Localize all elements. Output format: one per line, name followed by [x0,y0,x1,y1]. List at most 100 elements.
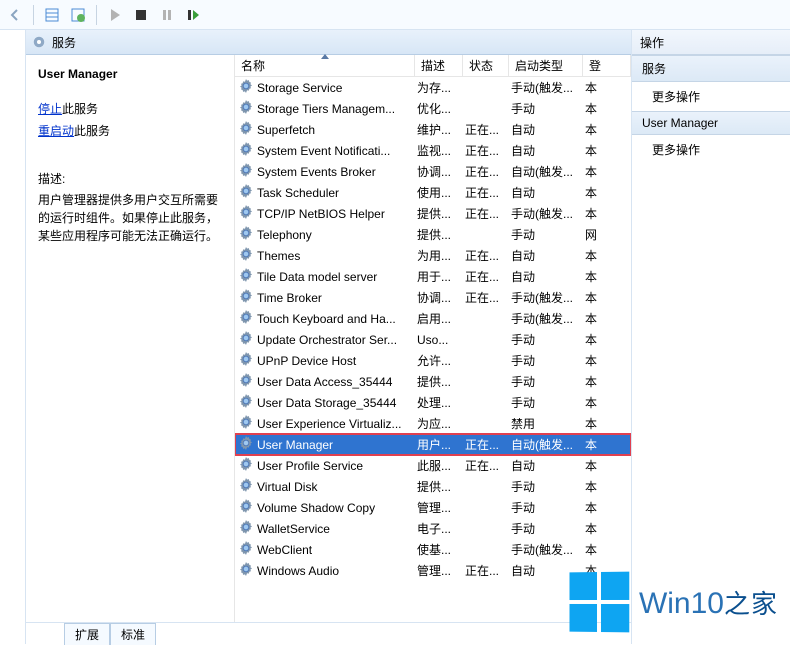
service-name: WebClient [257,543,417,557]
service-logon: 本 [585,79,631,96]
actions-item-more-1[interactable]: 更多操作 [632,82,790,111]
sort-ascending-icon [321,54,329,59]
service-desc: 为存... [417,79,465,96]
toolbar-button-grid1[interactable] [41,4,63,26]
service-icon [239,79,257,96]
service-row[interactable]: Telephony提供...手动网 [235,224,631,245]
service-icon [239,226,257,243]
detail-selected-name: User Manager [38,67,222,81]
service-desc: 用于... [417,268,465,285]
service-status: 正在... [465,247,511,264]
service-status: 正在... [465,289,511,306]
restart-service-link[interactable]: 重启动 [38,124,74,138]
service-row[interactable]: TCP/IP NetBIOS Helper提供...正在...手动(触发...本 [235,203,631,224]
service-logon: 本 [585,121,631,138]
toolbar [0,0,790,30]
service-logon: 本 [585,289,631,306]
service-row[interactable]: System Event Notificati...监视...正在...自动本 [235,140,631,161]
service-name: Tile Data model server [257,270,417,284]
service-name: WalletService [257,522,417,536]
service-name: Virtual Disk [257,480,417,494]
service-name: Task Scheduler [257,186,417,200]
service-desc: 为应... [417,415,465,432]
service-startup: 手动(触发... [511,310,585,327]
service-icon [239,457,257,474]
service-desc: 协调... [417,163,465,180]
toolbar-button-pause[interactable] [156,4,178,26]
service-row[interactable]: Update Orchestrator Ser...Uso...手动本 [235,329,631,350]
service-row[interactable]: Storage Service为存...手动(触发...本 [235,77,631,98]
service-logon: 本 [585,310,631,327]
service-desc: 处理... [417,394,465,411]
service-startup: 手动 [511,100,585,117]
service-row[interactable]: User Data Access_35444提供...手动本 [235,371,631,392]
service-logon: 本 [585,415,631,432]
service-row[interactable]: Storage Tiers Managem...优化...手动本 [235,98,631,119]
service-row[interactable]: Themes为用...正在...自动本 [235,245,631,266]
column-header-desc[interactable]: 描述 [415,55,463,76]
service-row[interactable]: Time Broker协调...正在...手动(触发...本 [235,287,631,308]
service-row[interactable]: User Data Storage_35444处理... 手动本 [235,392,631,413]
tab-extended[interactable]: 扩展 [64,623,110,645]
service-startup: 禁用 [511,415,585,432]
pause-icon [159,7,175,23]
column-header-name[interactable]: 名称 [235,55,415,76]
service-name: Superfetch [257,123,417,137]
toolbar-button-grid2[interactable] [67,4,89,26]
service-icon [239,373,257,390]
service-name: User Manager [257,438,417,452]
service-row[interactable]: Touch Keyboard and Ha...启用...手动(触发...本 [235,308,631,329]
toolbar-button-play[interactable] [104,4,126,26]
service-row[interactable]: WebClient使基...手动(触发...本 [235,539,631,560]
service-logon: 本 [585,478,631,495]
toolbar-button-stop[interactable] [130,4,152,26]
service-row[interactable]: Volume Shadow Copy管理...手动本 [235,497,631,518]
service-logon: 本 [585,100,631,117]
service-status: 正在... [465,436,511,453]
actions-pane: 操作 服务 更多操作 User Manager 更多操作 [632,30,790,644]
service-row[interactable]: Tile Data model server用于...正在...自动本 [235,266,631,287]
center-body: User Manager 停止此服务 重启动此服务 描述: 用户管理器提供多用户… [26,55,631,622]
service-row[interactable]: Windows Audio管理...正在...自动本 [235,560,631,581]
service-logon: 本 [585,520,631,537]
service-startup: 手动(触发... [511,289,585,306]
service-row[interactable]: System Events Broker协调...正在...自动(触发...本 [235,161,631,182]
service-icon [239,268,257,285]
service-icon [239,205,257,222]
service-icon [239,562,257,579]
stop-service-link[interactable]: 停止 [38,102,62,116]
column-header-startup[interactable]: 启动类型 [509,55,583,76]
column-header-logon[interactable]: 登 [583,55,631,76]
service-desc: 提供... [417,478,465,495]
service-row[interactable]: Virtual Disk提供...手动本 [235,476,631,497]
service-name: Volume Shadow Copy [257,501,417,515]
service-status: 正在... [465,562,511,579]
toolbar-button-restart[interactable] [182,4,204,26]
service-row[interactable]: WalletService电子...手动本 [235,518,631,539]
tab-standard[interactable]: 标准 [110,623,156,645]
service-row[interactable]: User Profile Service此服...正在...自动本 [235,455,631,476]
detail-pane: User Manager 停止此服务 重启动此服务 描述: 用户管理器提供多用户… [26,55,234,622]
service-row[interactable]: Superfetch维护...正在...自动本 [235,119,631,140]
service-row[interactable]: User Manager用户...正在...自动(触发...本 [235,434,631,455]
service-row[interactable]: UPnP Device Host允许...手动本 [235,350,631,371]
stop-icon [133,7,149,23]
service-icon [239,394,257,411]
service-row[interactable]: Task Scheduler使用...正在...自动本 [235,182,631,203]
service-startup: 自动 [511,457,585,474]
service-logon: 本 [585,394,631,411]
play-icon [107,7,123,23]
toolbar-button-back[interactable] [4,4,26,26]
service-status: 正在... [465,268,511,285]
service-row[interactable]: User Experience Virtualiz...为应...禁用本 [235,413,631,434]
actions-item-more-2[interactable]: 更多操作 [632,135,790,164]
column-header-status[interactable]: 状态 [463,55,509,76]
service-logon: 本 [585,331,631,348]
service-desc: 协调... [417,289,465,306]
toolbar-separator [96,5,97,25]
service-startup: 手动 [511,394,585,411]
service-logon: 本 [585,268,631,285]
service-desc: 为用... [417,247,465,264]
service-icon [239,436,257,453]
service-name: User Data Storage_35444 [257,396,417,410]
